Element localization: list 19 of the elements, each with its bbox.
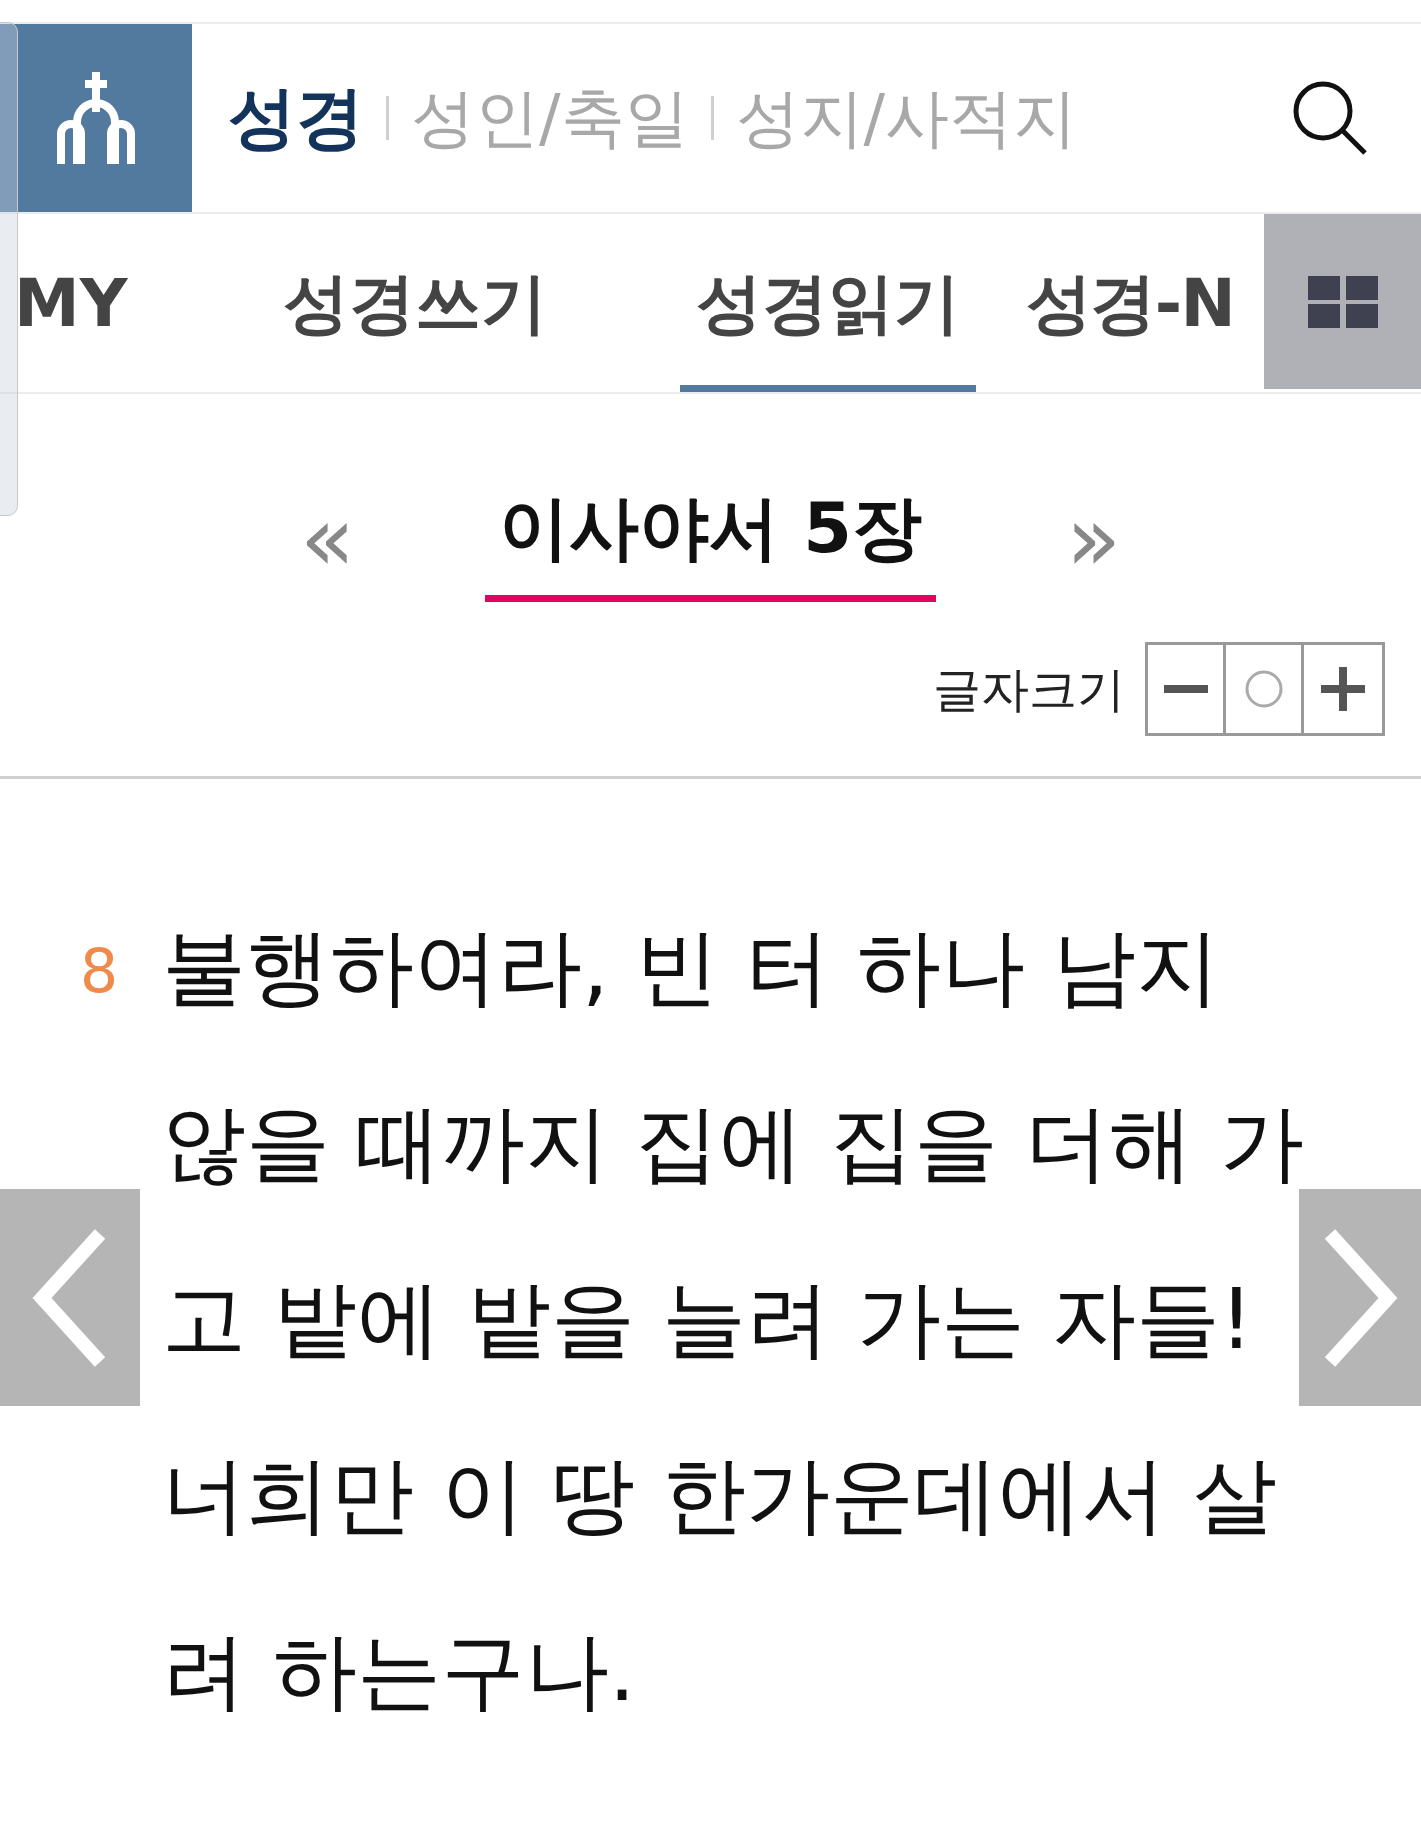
more-menu-button[interactable] <box>1264 214 1421 389</box>
chapter-title: 이사야서 5장 <box>484 476 937 602</box>
church-icon <box>55 72 137 164</box>
section-link[interactable]: 성경 <box>228 67 364 169</box>
nav-tab[interactable]: 성경쓰기 <box>265 214 565 392</box>
nav-tab[interactable]: 성경읽기 <box>680 214 976 392</box>
church-logo[interactable] <box>0 24 192 212</box>
font-size-label: 글자크기 <box>933 660 1125 719</box>
next-chapter-button[interactable]: » <box>1066 494 1122 584</box>
grid-icon <box>1307 275 1378 328</box>
nav-tab[interactable]: MY <box>0 214 135 392</box>
nav-tab[interactable]: 성경-N <box>1026 214 1235 392</box>
verse-number: 8 <box>80 935 120 1008</box>
previous-chapter-button[interactable]: « <box>299 494 355 584</box>
plus-icon <box>1321 667 1365 711</box>
verse-text: 불행하여라, 빈 터 하나 남지 않을 때까지 집에 집을 더해 가고 밭에 밭을 늘려 가는 자들! 너희만 이 땅 한가운데에서 살려 하는구나. <box>162 917 1305 1722</box>
search-icon[interactable] <box>1291 79 1369 157</box>
minus-icon <box>1163 685 1208 693</box>
circle-icon <box>1243 669 1284 709</box>
